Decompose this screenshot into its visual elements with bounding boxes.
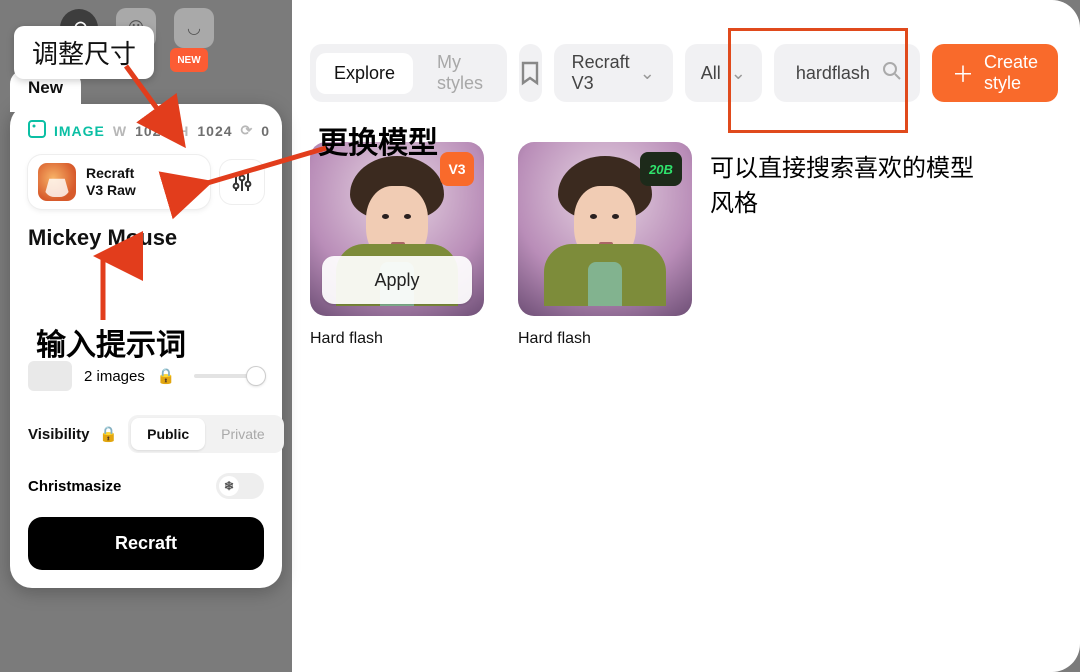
apply-button[interactable]: Apply [322,256,472,304]
plus-icon: ＋ [952,57,974,89]
style-caption: Hard flash [518,330,692,348]
annotation-prompt-label: 输入提示词 [36,320,186,364]
chevron-down-icon: ⌄ [731,63,746,84]
height-value: 1024 [197,123,232,139]
chevron-down-icon: ⌄ [640,63,655,84]
annotation-change-model-label: 更换模型 [318,118,438,162]
style-thumbnail: 20B [518,142,692,316]
width-value: 1024 [135,123,170,139]
version-badge: V3 [440,152,474,186]
bookmark-icon[interactable] [519,44,542,102]
search-value: hardflash [796,63,870,84]
model-name-line2: V3 Raw [86,183,136,198]
christmasize-label: Christmasize [28,478,121,495]
lock-icon: 🔒 [99,425,118,443]
create-style-button[interactable]: ＋ Create style [932,44,1058,102]
tune-settings-button[interactable] [220,160,264,204]
model-dropdown[interactable]: Recraft V3 ⌄ [554,44,673,102]
chevron-right-icon: › [194,172,200,193]
visibility-label: Visibility [28,426,89,443]
visibility-toggle[interactable]: Public Private [128,415,284,453]
christmasize-switch[interactable] [216,473,264,499]
tab-segment: Explore My styles [310,44,507,102]
image-count-label: 2 images [84,368,145,385]
style-card[interactable]: V3 Apply Hard flash [310,142,484,348]
annotation-resize-label: 调整尺寸 [14,26,154,79]
recraft-button[interactable]: Recraft [28,517,264,570]
model-selector[interactable]: Recraft V3 Raw › [28,155,210,209]
style-results-row: V3 Apply Hard flash 20B Hard flash [310,142,692,348]
annotation-search-hint: 可以直接搜索喜欢的模型 风格 [710,152,974,222]
lock-icon: 🔒 [157,367,176,385]
tab-explore[interactable]: Explore [316,53,413,94]
dimensions-row[interactable]: IMAGE W 1024 H 1024 ⟳ 0 [28,120,264,141]
new-badge: New [170,48,208,72]
search-icon [882,61,902,86]
count-label: ⟳ [241,122,254,139]
model-dropdown-label: Recraft V3 [572,52,630,94]
visibility-public[interactable]: Public [131,418,205,450]
filter-all-dropdown[interactable]: All ⌄ [685,44,762,102]
filter-all-label: All [701,63,721,84]
image-type-icon [28,120,46,141]
search-input[interactable]: hardflash [774,44,920,102]
style-card[interactable]: 20B Hard flash [518,142,692,348]
prompt-input[interactable]: Mickey Mouse [28,225,264,251]
count-value: 0 [261,123,270,139]
tab-my-styles[interactable]: My styles [419,42,501,104]
model-thumbnail-icon [38,163,76,201]
model-name-line1: Recraft [86,165,134,181]
style-filter-bar: Explore My styles Recraft V3 ⌄ All ⌄ har… [310,44,1058,102]
tshirt-tool-button[interactable]: ◡ [174,8,214,48]
style-browser-canvas: Explore My styles Recraft V3 ⌄ All ⌄ har… [292,0,1080,672]
version-badge: 20B [640,152,682,186]
height-label: H [178,123,189,139]
image-count-slider[interactable] [194,374,264,378]
image-count-icon [36,361,72,391]
create-style-label: Create style [984,52,1038,94]
width-label: W [113,123,127,139]
image-type-label: IMAGE [54,123,105,139]
style-caption: Hard flash [310,330,484,348]
style-thumbnail: V3 Apply [310,142,484,316]
visibility-private[interactable]: Private [205,418,281,450]
